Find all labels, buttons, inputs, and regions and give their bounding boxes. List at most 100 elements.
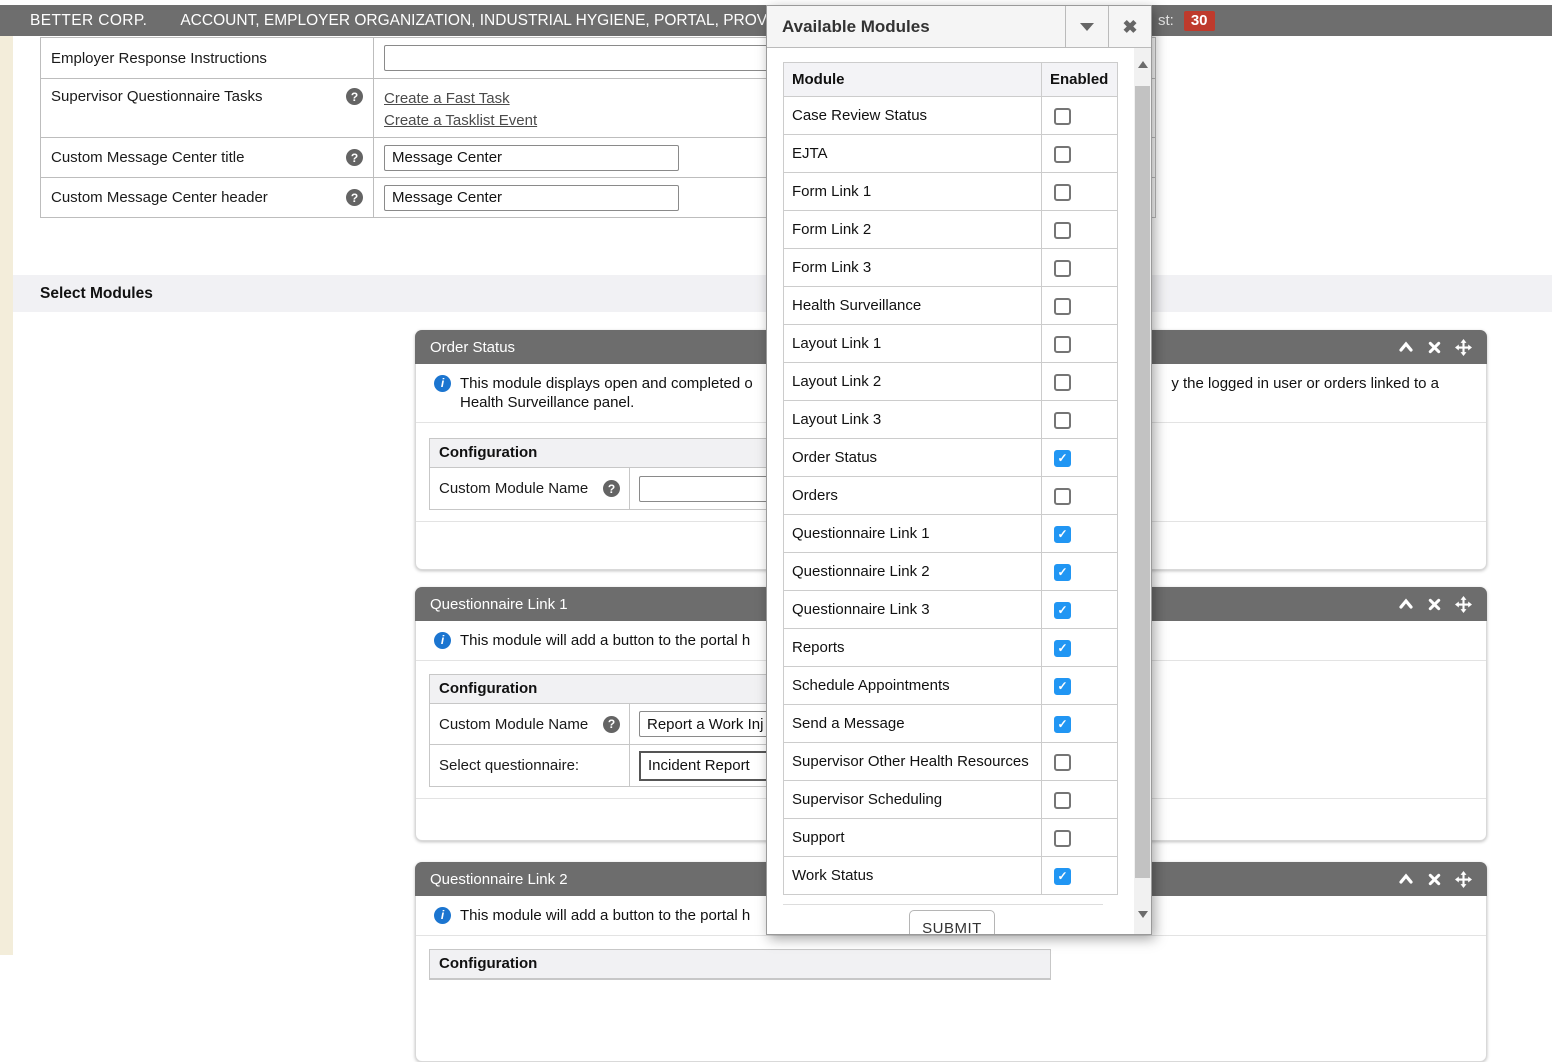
module-checkbox[interactable]: ✓: [1054, 678, 1071, 695]
module-enabled-cell: ✓: [1042, 857, 1118, 895]
description-text-right: y the logged in user or orders linked to…: [1171, 374, 1439, 393]
module-checkbox[interactable]: ✓: [1054, 640, 1071, 657]
module-checkbox[interactable]: ✓: [1054, 450, 1071, 467]
available-modules-dialog: Available Modules ✖ Module Enabled Case …: [766, 5, 1152, 935]
module-enabled-cell: [1042, 401, 1118, 439]
module-enabled-cell: ✓: [1042, 629, 1118, 667]
field-label: Custom Message Center title: [51, 149, 244, 166]
module-name: Form Link 1: [784, 173, 1042, 211]
module-checkbox[interactable]: ✓: [1054, 868, 1071, 885]
field-label: Supervisor Questionnaire Tasks: [51, 88, 263, 105]
module-checkbox[interactable]: ✓: [1054, 526, 1071, 543]
help-icon[interactable]: ?: [346, 149, 363, 166]
panel-title: Order Status: [430, 339, 515, 356]
module-checkbox[interactable]: [1054, 222, 1071, 239]
info-icon: i: [434, 375, 451, 392]
module-row: Questionnaire Link 3✓: [784, 591, 1118, 629]
remove-icon[interactable]: [1427, 597, 1442, 612]
module-enabled-cell: ✓: [1042, 591, 1118, 629]
module-row: Supervisor Scheduling: [784, 781, 1118, 819]
module-name: Support: [784, 819, 1042, 857]
module-checkbox[interactable]: ✓: [1054, 602, 1071, 619]
module-enabled-cell: [1042, 135, 1118, 173]
description-text-left: This module displays open and completed …: [460, 374, 753, 393]
scrollbar-down-button[interactable]: [1134, 904, 1151, 924]
module-checkbox[interactable]: [1054, 754, 1071, 771]
description-text-left: This module will add a button to the por…: [460, 907, 750, 924]
module-enabled-cell: ✓: [1042, 667, 1118, 705]
panel-title: Questionnaire Link 2: [430, 871, 568, 888]
status-label-fragment: st:: [1158, 12, 1174, 29]
module-name: Schedule Appointments: [784, 667, 1042, 705]
module-row: Questionnaire Link 2✓: [784, 553, 1118, 591]
module-checkbox[interactable]: ✓: [1054, 716, 1071, 733]
module-row: Case Review Status: [784, 97, 1118, 135]
field-label: Employer Response Instructions: [51, 50, 267, 67]
dialog-collapse-button[interactable]: [1065, 6, 1108, 47]
module-checkbox[interactable]: [1054, 108, 1071, 125]
submit-button[interactable]: SUBMIT: [909, 910, 995, 934]
module-row: Layout Link 2: [784, 363, 1118, 401]
brand-title: BETTER CORP.: [30, 12, 147, 30]
info-icon: i: [434, 632, 451, 649]
move-icon[interactable]: [1455, 596, 1472, 613]
help-icon[interactable]: ?: [346, 189, 363, 206]
module-row: Send a Message ✓: [784, 705, 1118, 743]
module-checkbox[interactable]: [1054, 488, 1071, 505]
selected-option: Incident Report: [648, 757, 750, 774]
module-enabled-cell: [1042, 477, 1118, 515]
dialog-close-button[interactable]: ✖: [1108, 6, 1151, 47]
module-checkbox[interactable]: ✓: [1054, 564, 1071, 581]
arrow-up-icon: [1138, 61, 1148, 68]
module-checkbox[interactable]: [1054, 792, 1071, 809]
module-row: Order Status✓: [784, 439, 1118, 477]
create-fast-task-link[interactable]: Create a Fast Task: [384, 88, 510, 110]
status-count-badge: 30: [1184, 11, 1215, 31]
help-icon[interactable]: ?: [346, 88, 363, 105]
module-name: Questionnaire Link 1: [784, 515, 1042, 553]
collapse-icon[interactable]: [1398, 871, 1414, 887]
modules-table: Module Enabled Case Review StatusEJTAFor…: [783, 62, 1118, 895]
module-enabled-cell: ✓: [1042, 439, 1118, 477]
scrollbar-thumb[interactable]: [1135, 86, 1150, 878]
module-checkbox[interactable]: [1054, 184, 1071, 201]
collapse-icon[interactable]: [1398, 339, 1414, 355]
module-row: Supervisor Other Health Resources: [784, 743, 1118, 781]
collapse-icon[interactable]: [1398, 596, 1414, 612]
module-checkbox[interactable]: [1054, 336, 1071, 353]
module-checkbox[interactable]: [1054, 298, 1071, 315]
module-enabled-cell: [1042, 211, 1118, 249]
module-row: EJTA: [784, 135, 1118, 173]
move-icon[interactable]: [1455, 339, 1472, 356]
topbar-right-status: st: 30: [1158, 5, 1215, 36]
module-name: Supervisor Scheduling: [784, 781, 1042, 819]
chevron-down-icon: [1080, 23, 1094, 31]
remove-icon[interactable]: [1427, 340, 1442, 355]
table-header-row: Module Enabled: [784, 63, 1118, 97]
module-checkbox[interactable]: [1054, 146, 1071, 163]
scrollbar-up-button[interactable]: [1134, 54, 1151, 74]
module-checkbox[interactable]: [1054, 260, 1071, 277]
module-row: Layout Link 3: [784, 401, 1118, 439]
message-center-title-input[interactable]: [384, 145, 679, 171]
scrollbar-track[interactable]: [1134, 48, 1151, 934]
remove-icon[interactable]: [1427, 872, 1442, 887]
help-icon[interactable]: ?: [603, 480, 620, 497]
module-checkbox[interactable]: [1054, 412, 1071, 429]
move-icon[interactable]: [1455, 871, 1472, 888]
module-enabled-cell: ✓: [1042, 705, 1118, 743]
field-label: Select questionnaire:: [439, 757, 579, 774]
module-checkbox[interactable]: [1054, 830, 1071, 847]
message-center-header-input[interactable]: [384, 185, 679, 211]
module-enabled-cell: [1042, 363, 1118, 401]
help-icon[interactable]: ?: [603, 716, 620, 733]
left-margin-strip: [0, 36, 13, 955]
module-name: Send a Message: [784, 705, 1042, 743]
info-icon: i: [434, 907, 451, 924]
module-name: Reports: [784, 629, 1042, 667]
module-enabled-cell: [1042, 743, 1118, 781]
module-checkbox[interactable]: [1054, 374, 1071, 391]
arrow-down-icon: [1138, 911, 1148, 918]
create-tasklist-event-link[interactable]: Create a Tasklist Event: [384, 110, 537, 132]
divider: [783, 904, 1103, 905]
